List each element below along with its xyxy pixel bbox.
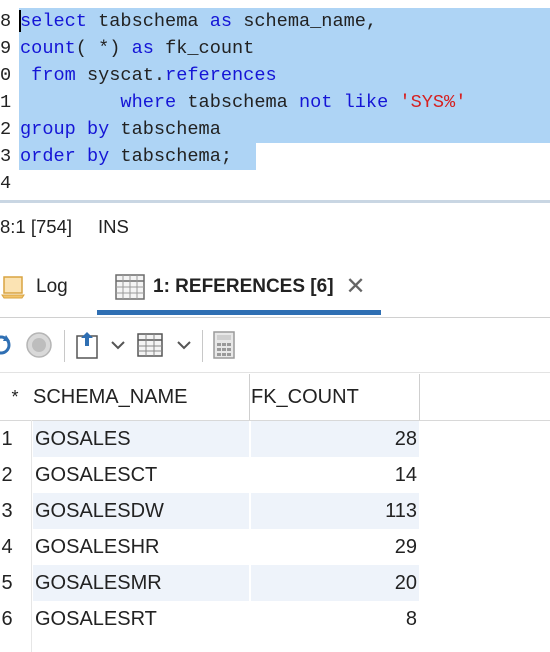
line-number: 1 xyxy=(0,92,12,113)
cursor-position: 8:1 [754] xyxy=(0,216,73,237)
code-token: fk_count xyxy=(153,38,255,59)
active-tab-indicator xyxy=(97,310,381,315)
code-token: group by xyxy=(20,119,110,140)
table-row[interactable]: 6 GOSALESRT 8 xyxy=(0,601,550,637)
cell-fk-count[interactable]: 20 xyxy=(251,565,419,601)
code-line[interactable]: 1 where tabschema not like 'SYS%' xyxy=(0,89,550,116)
code-text: order by tabschema; xyxy=(20,143,232,170)
table-row[interactable]: 2 GOSALESCT 14 xyxy=(0,457,550,493)
code-line[interactable]: 9 count( *) as fk_count xyxy=(0,35,550,62)
export-icon[interactable] xyxy=(74,330,102,360)
code-text: from syscat.references xyxy=(20,62,277,89)
toolbar-separator xyxy=(202,330,203,362)
insert-mode-indicator: INS xyxy=(98,216,129,237)
row-number[interactable]: 4 xyxy=(0,529,14,565)
status-bar: 8:1 [754] INS xyxy=(0,203,550,249)
code-text: select tabschema as schema_name, xyxy=(20,8,377,35)
code-line[interactable]: 4 xyxy=(0,170,550,197)
code-token: tabschema xyxy=(109,119,221,140)
code-token: as xyxy=(209,11,233,32)
column-header-schema-name[interactable]: SCHEMA_NAME xyxy=(33,374,250,420)
cell-fk-count[interactable]: 29 xyxy=(251,529,419,565)
grid-header-row: * SCHEMA_NAME FK_COUNT xyxy=(0,374,550,420)
code-token: references xyxy=(165,65,277,86)
table-row[interactable]: 3 GOSALESDW 113 xyxy=(0,493,550,529)
code-text: where tabschema not like 'SYS%' xyxy=(20,89,466,116)
grid-dropdown-chevron-icon[interactable] xyxy=(176,330,192,360)
cell-fk-count[interactable]: 8 xyxy=(251,601,419,637)
stop-icon[interactable] xyxy=(24,330,54,360)
line-number: 3 xyxy=(0,146,12,167)
code-token: select xyxy=(20,11,87,32)
select-all-corner[interactable]: * xyxy=(0,374,30,420)
results-grid[interactable]: * SCHEMA_NAME FK_COUNT 1 GOSALES 28 2 GOSALE… xyxy=(0,374,550,652)
sql-editor[interactable]: 8 select tabschema as schema_name, 9 count(… xyxy=(0,0,550,200)
row-number[interactable]: 2 xyxy=(0,457,14,493)
line-number: 0 xyxy=(0,65,12,86)
code-line[interactable]: 3 order by tabschema; xyxy=(0,143,550,170)
tab-log-label: Log xyxy=(36,276,68,297)
toolbar-separator xyxy=(64,330,65,362)
code-token: syscat. xyxy=(75,65,166,86)
tab-log[interactable]: Log xyxy=(0,267,68,307)
log-icon xyxy=(0,275,26,299)
row-number[interactable]: 1 xyxy=(0,421,14,457)
line-number: 8 xyxy=(0,11,12,32)
code-token: schema_name, xyxy=(232,11,378,32)
code-token: as xyxy=(131,38,154,59)
code-text: count( *) as fk_count xyxy=(20,35,254,62)
cell-schema-name[interactable]: GOSALESCT xyxy=(33,457,249,493)
code-text: group by tabschema xyxy=(20,116,221,143)
cell-fk-count[interactable]: 113 xyxy=(251,493,419,529)
code-token: where xyxy=(20,92,177,113)
code-line[interactable]: 8 select tabschema as schema_name, xyxy=(0,8,550,35)
row-number[interactable]: 5 xyxy=(0,565,14,601)
code-token: not like xyxy=(298,92,389,113)
table-icon xyxy=(115,274,145,300)
close-icon[interactable]: ✕ xyxy=(346,275,366,299)
code-token: 'SYS%' xyxy=(399,92,467,113)
code-token: ( *) xyxy=(75,38,132,59)
line-number: 4 xyxy=(0,173,12,194)
column-header-fk-count[interactable]: FK_COUNT xyxy=(251,374,420,420)
code-token: from xyxy=(20,65,76,86)
line-number: 2 xyxy=(0,119,12,140)
tab-references-label: 1: REFERENCES [6] xyxy=(153,276,334,297)
code-token: tabschema; xyxy=(109,146,233,167)
code-token: count xyxy=(20,38,76,59)
cell-fk-count[interactable]: 14 xyxy=(251,457,419,493)
code-token: tabschema xyxy=(176,92,299,113)
grid-view-icon[interactable] xyxy=(136,330,164,360)
cell-schema-name[interactable]: GOSALESMR xyxy=(33,565,249,601)
code-token: order by xyxy=(20,146,110,167)
results-toolbar xyxy=(0,318,550,373)
results-tab-bar: Log 1: REFERENCES [6] ✕ xyxy=(0,257,550,318)
cell-schema-name[interactable]: GOSALES xyxy=(33,421,249,457)
table-row[interactable]: 1 GOSALES 28 xyxy=(0,421,550,457)
table-row[interactable]: 5 GOSALESMR 20 xyxy=(0,565,550,601)
export-dropdown-chevron-icon[interactable] xyxy=(110,330,126,360)
code-token: tabschema xyxy=(86,11,210,32)
refresh-icon[interactable] xyxy=(0,330,14,360)
tab-references[interactable]: 1: REFERENCES [6] ✕ xyxy=(115,267,366,307)
row-number[interactable]: 3 xyxy=(0,493,14,529)
row-number[interactable]: 6 xyxy=(0,601,14,637)
code-line[interactable]: 2 group by tabschema xyxy=(0,116,550,143)
cell-fk-count[interactable]: 28 xyxy=(251,421,419,457)
cell-schema-name[interactable]: GOSALESRT xyxy=(33,601,249,637)
code-line[interactable]: 0 from syscat.references xyxy=(0,62,550,89)
cell-schema-name[interactable]: GOSALESDW xyxy=(33,493,249,529)
cell-schema-name[interactable]: GOSALESHR xyxy=(33,529,249,565)
line-number: 9 xyxy=(0,38,12,59)
calculator-icon[interactable] xyxy=(212,330,236,360)
table-row[interactable]: 4 GOSALESHR 29 xyxy=(0,529,550,565)
